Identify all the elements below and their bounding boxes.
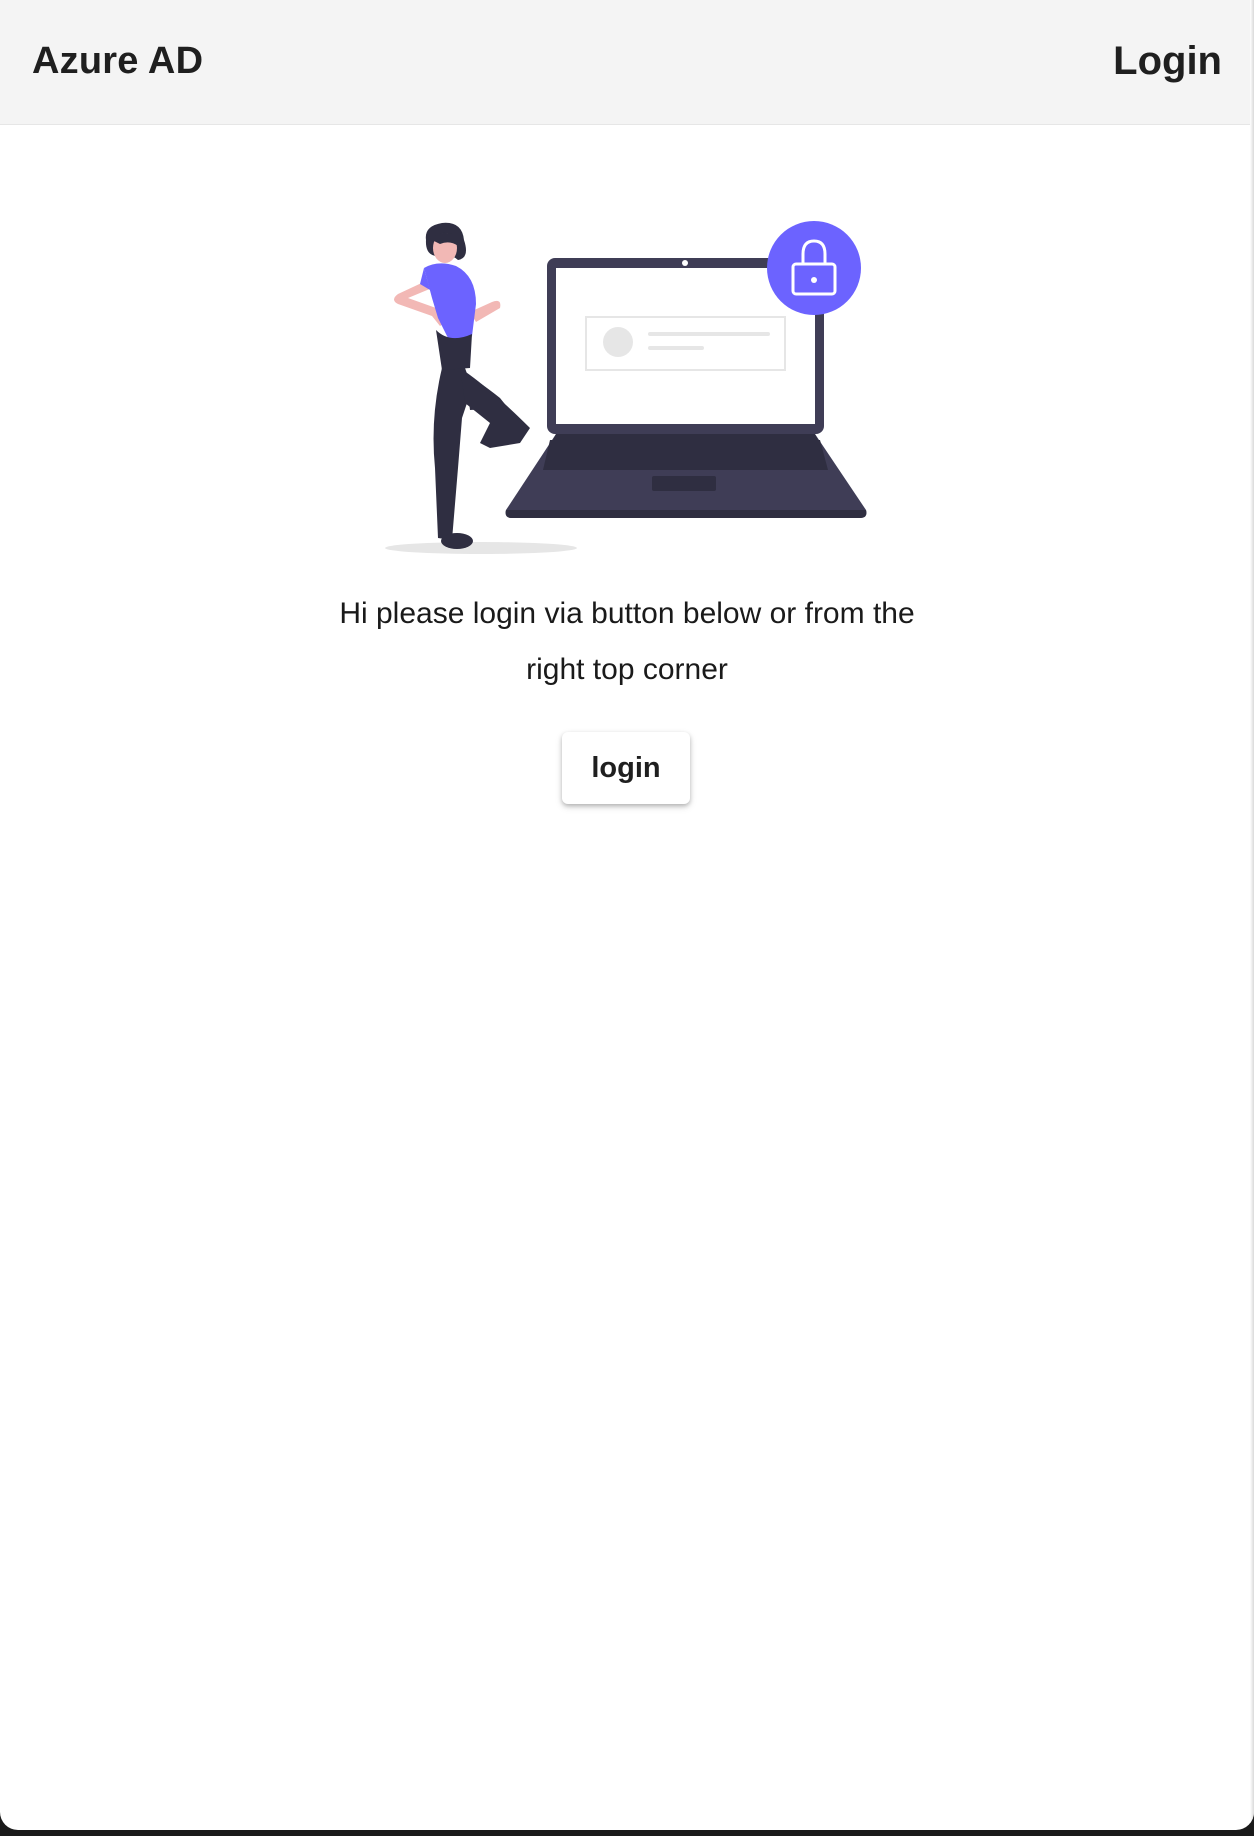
login-prompt-line-1: Hi please login via button below or from…: [339, 597, 915, 630]
app-bar: Azure AD Login: [0, 0, 1254, 125]
person-illustration: [394, 222, 530, 549]
login-button[interactable]: login: [562, 732, 690, 804]
lock-icon: [767, 221, 861, 315]
app-title: Azure AD: [32, 40, 204, 82]
login-prompt-message: Hi please login via button below or from…: [0, 586, 1254, 698]
login-illustration: [385, 221, 867, 554]
login-prompt-line-2: right top corner: [526, 653, 728, 686]
header-login-button[interactable]: Login: [1113, 37, 1222, 85]
floor-shadow: [385, 542, 577, 554]
app-window: Azure AD Login Hi please login via butto…: [0, 0, 1254, 1830]
